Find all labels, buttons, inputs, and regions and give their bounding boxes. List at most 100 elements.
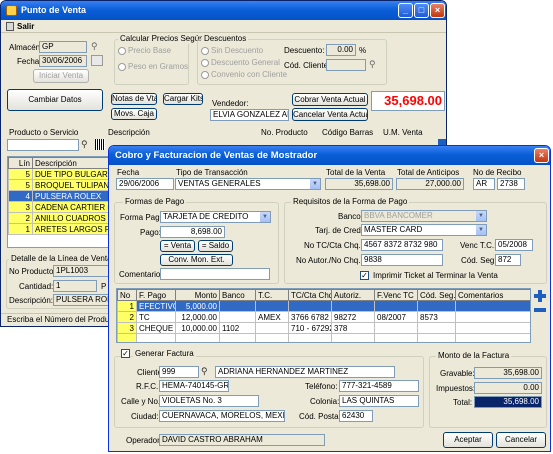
buscar-cliente-icon[interactable]: ⚲ [369, 59, 381, 70]
remove-payment-icon[interactable] [534, 308, 546, 312]
fecha-input[interactable]: 29/06/2006 [116, 178, 174, 190]
dialog-close-icon[interactable]: × [534, 148, 549, 163]
chevron-down-icon[interactable]: ▼ [310, 179, 320, 189]
banco-label: Banco: [338, 212, 363, 221]
convenio-radio[interactable] [201, 71, 209, 79]
binoculars-icon[interactable]: ⚲ [91, 41, 103, 52]
barcode-icon[interactable] [95, 139, 105, 150]
col-no[interactable]: No [117, 289, 137, 301]
chevron-down-icon[interactable]: ▼ [476, 211, 486, 221]
imprimir-ticket-checkbox[interactable]: ✓ [360, 271, 369, 280]
aceptar-button[interactable]: Aceptar [443, 432, 493, 448]
cancelar-button[interactable]: Cancelar [496, 432, 546, 448]
col-banco[interactable]: Banco [219, 289, 256, 301]
col-tc[interactable]: T.C. [255, 289, 289, 301]
col-fvenc[interactable]: F.Venc TC [374, 289, 418, 301]
cp-input[interactable]: 62430 [339, 410, 373, 422]
menu-bar [1, 20, 446, 33]
cancelar-venta-button[interactable]: Cancelar Venta Actual [292, 108, 368, 121]
colonia-input[interactable]: LAS QUINTAS [339, 395, 419, 407]
cell-no: 2 [117, 311, 137, 323]
total-venta-field: 35,698.00 [325, 178, 393, 190]
recibo-num-field[interactable]: 2738 [497, 178, 525, 190]
banco-select[interactable]: BBVA BANCOMER ▼ [361, 210, 487, 222]
col-descripcion[interactable]: Descripción [32, 157, 108, 169]
buscar-cliente-icon[interactable]: ⚲ [201, 366, 213, 377]
formas-pago-title: Formas de Pago [123, 197, 187, 207]
cliente-num-input[interactable]: 999 [159, 366, 199, 378]
cobrar-venta-button[interactable]: Cobrar Venta Actual [292, 93, 368, 106]
movs-caja-button[interactable]: Movs. Caja [111, 108, 157, 120]
ciudad-input[interactable]: CUERNAVACA, MORELOS, MEXICO [159, 410, 285, 422]
line-description: DUE TIPO BULGARY CI [32, 168, 108, 180]
cell-cod-seg [417, 322, 456, 334]
forma-pago-select[interactable]: TARJETA DE CREDITO ▼ [160, 211, 271, 223]
total-factura-field: 35,698.00 [474, 396, 542, 408]
cliente-nombre-field[interactable]: ADRIANA HERNANDEZ MARTINEZ [215, 366, 395, 378]
peso-gramos-radio[interactable] [118, 63, 126, 71]
telefono-input[interactable]: 777-321-4589 [339, 380, 419, 392]
table-row[interactable]: 1ARETES LARGOS FERR [8, 223, 108, 235]
col-tc-cta[interactable]: TC/Cta Chq [288, 289, 332, 301]
precio-base-label: Precio Base [128, 46, 172, 55]
cod-seg-input[interactable]: 872 [495, 254, 521, 266]
cobro-facturacion-dialog: Cobro y Facturacion de Ventas de Mostrad… [108, 145, 551, 452]
chevron-down-icon[interactable]: ▼ [476, 225, 486, 235]
no-autor-input[interactable]: 9838 [361, 254, 443, 266]
col-autoriz[interactable]: Autoriz. [331, 289, 375, 301]
no-tc-input[interactable]: 4567 8372 8732 980 [361, 239, 443, 251]
col-monto[interactable]: Monto [175, 289, 220, 301]
cambiar-datos-button[interactable]: Cambiar Datos [7, 89, 103, 111]
cell-f-pago: EFECTIVO [136, 300, 176, 312]
table-row[interactable]: 2 TC 12,000.00 AMEX 3766 6782 280 98272 … [117, 311, 530, 323]
table-row[interactable]: 3 CHEQUE 10,000.00 1102 710 - 67292 378 [117, 322, 530, 334]
venc-tc-input[interactable]: 05/2008 [495, 239, 533, 251]
table-row[interactable]: 2ANILLO CUADROS TRE [8, 212, 108, 224]
line-number: 5 [8, 168, 33, 180]
conv-moneda-button[interactable]: Conv. Mon. Ext. [160, 254, 233, 266]
cargar-kits-button[interactable]: Cargar Kits [163, 93, 203, 105]
add-payment-icon[interactable] [534, 290, 546, 302]
descripcion-label: Descripción [108, 128, 150, 137]
sin-descuento-radio[interactable] [201, 47, 209, 55]
generar-factura-checkbox[interactable]: ✓ [121, 349, 130, 358]
producto-input[interactable] [7, 139, 79, 151]
buscar-producto-icon[interactable]: ⚲ [81, 139, 93, 150]
notas-vta-button[interactable]: Notas de Vta. [111, 93, 157, 105]
col-cod-seg[interactable]: Cód. Seg. [417, 289, 456, 301]
col-lin[interactable]: Lín [8, 157, 33, 169]
cod-cliente-field [326, 59, 366, 71]
comentarios-input[interactable] [160, 268, 270, 280]
precio-base-radio[interactable] [118, 47, 126, 55]
table-row[interactable]: 5BROQUEL TULIPAN MI [8, 179, 108, 191]
generar-factura-label: Generar Factura [133, 349, 196, 359]
rfc-input[interactable]: HEMA-740145-GRT [159, 380, 229, 392]
recibo-serie-field[interactable]: AR [473, 178, 495, 190]
col-f-pago[interactable]: F. Pago [136, 289, 176, 301]
tarjeta-select[interactable]: MASTER CARD ▼ [361, 224, 487, 236]
tipo-transaccion-select[interactable]: VENTAS GENERALES ▼ [175, 178, 321, 190]
table-row[interactable]: 3CADENA CARTIER 5 EN [8, 201, 108, 213]
salir-icon[interactable] [6, 22, 14, 31]
igual-venta-button[interactable]: = Venta [160, 240, 195, 252]
col-comentarios[interactable]: Comentarios [455, 289, 530, 301]
igual-saldo-button[interactable]: = Saldo [198, 240, 233, 252]
vendedor-select[interactable]: ELVIA GONZALEZ AE [210, 109, 289, 121]
calendar-icon[interactable] [91, 55, 103, 66]
descuento-general-radio[interactable] [201, 59, 209, 67]
table-row[interactable]: 1 EFECTIVO 5,000.00 [117, 300, 530, 312]
table-row[interactable]: 5DUE TIPO BULGARY CI [8, 168, 108, 180]
iniciar-venta-button[interactable]: Iniciar Venta [33, 69, 89, 83]
table-row[interactable]: 4 PULSERA ROLEX [8, 190, 108, 202]
menu-salir[interactable]: Salir [17, 22, 34, 32]
cell-tc [255, 300, 289, 312]
new-row-marker[interactable] [117, 333, 137, 342]
minimize-icon[interactable]: _ [398, 3, 413, 18]
impuestos-label: Impuestos: [436, 384, 476, 393]
pago-input[interactable]: 8,698.00 [160, 226, 225, 238]
close-icon[interactable]: × [430, 3, 445, 18]
cell-autoriz: 378 [331, 322, 375, 334]
maximize-icon[interactable]: □ [414, 3, 429, 18]
chevron-down-icon[interactable]: ▼ [260, 212, 270, 222]
calle-input[interactable]: VIOLETAS No. 3 [159, 395, 259, 407]
